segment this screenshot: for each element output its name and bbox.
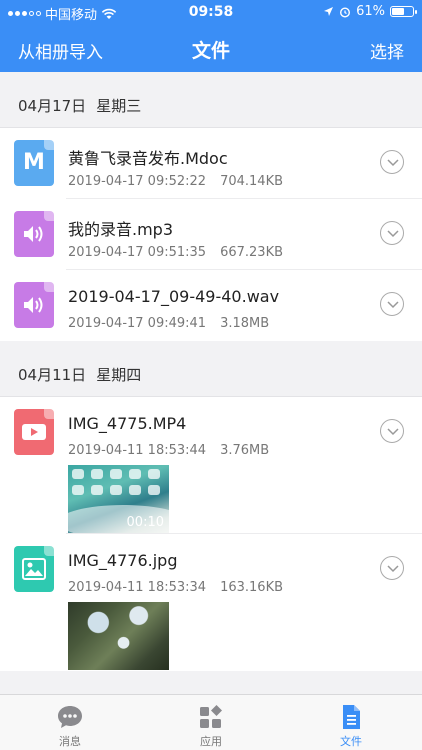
- file-list[interactable]: 04月17日 星期三 M 黄鲁飞录音发布.Mdoc 2019-04-17 09:5…: [0, 72, 422, 694]
- tab-label: 文件: [340, 735, 362, 748]
- tab-label: 应用: [200, 735, 222, 748]
- file-item[interactable]: M 黄鲁飞录音发布.Mdoc 2019-04-17 09:52:22 704.14…: [0, 128, 422, 199]
- section-weekday: 星期四: [96, 366, 142, 384]
- audio-file-icon: [14, 211, 54, 257]
- file-time: 2019-04-17 09:49:41: [68, 316, 207, 331]
- file-size: 704.14KB: [220, 174, 284, 189]
- mdoc-icon: M: [14, 140, 54, 186]
- file-meta: 2019-04-11 18:53:44 3.76MB: [68, 443, 269, 458]
- file-item[interactable]: 2019-04-17_09-49-40.wav 2019-04-17 09:49…: [0, 270, 422, 341]
- file-name: 我的录音.mp3: [68, 220, 174, 239]
- file-size: 3.76MB: [220, 443, 270, 458]
- file-time: 2019-04-17 09:52:22: [68, 174, 207, 189]
- apps-grid-icon: [200, 705, 222, 728]
- file-meta: 2019-04-11 18:53:34 163.16KB: [68, 580, 283, 595]
- tab-apps[interactable]: 应用: [161, 695, 261, 750]
- section-date: 04月11日: [18, 366, 87, 384]
- file-time: 2019-04-11 18:53:44: [68, 443, 207, 458]
- chevron-down-icon[interactable]: [380, 556, 404, 580]
- status-bar: 中国移动 09:58 61%: [0, 0, 422, 24]
- file-name: IMG_4775.MP4: [68, 414, 187, 433]
- file-size: 667.23KB: [220, 245, 284, 260]
- tab-bar: 消息 应用 文件: [0, 694, 422, 750]
- file-meta: 2019-04-17 09:49:41 3.18MB: [68, 316, 269, 331]
- location-arrow-icon: [324, 7, 334, 16]
- section-date: 04月17日: [18, 97, 87, 115]
- tab-label: 消息: [59, 735, 81, 748]
- file-size: 163.16KB: [220, 580, 284, 595]
- file-meta: 2019-04-17 09:51:35 667.23KB: [68, 245, 283, 260]
- chevron-down-icon[interactable]: [380, 221, 404, 245]
- file-name: 黄鲁飞录音发布.Mdoc: [68, 149, 228, 168]
- chevron-down-icon[interactable]: [380, 292, 404, 316]
- video-file-icon: [14, 409, 54, 455]
- page-title: 文件: [191, 40, 230, 62]
- chat-bubble-icon: [58, 706, 82, 728]
- tab-files[interactable]: 文件: [301, 695, 401, 750]
- video-thumbnail[interactable]: 00:10: [68, 465, 169, 533]
- top-bar: 中国移动 09:58 61% 从相册导入 文件 选择: [0, 0, 422, 72]
- image-thumbnail[interactable]: [68, 602, 169, 670]
- file-time: 2019-04-11 18:53:34: [68, 580, 207, 595]
- alarm-icon: [340, 6, 351, 18]
- image-file-icon: [14, 546, 54, 592]
- file-size: 3.18MB: [220, 316, 270, 331]
- file-item[interactable]: IMG_4776.jpg 2019-04-11 18:53:34 163.16KB: [0, 534, 422, 671]
- tab-messages[interactable]: 消息: [20, 695, 120, 750]
- file-item[interactable]: 我的录音.mp3 2019-04-17 09:51:35 667.23KB: [0, 199, 422, 270]
- chevron-down-icon[interactable]: [380, 150, 404, 174]
- audio-file-icon: [14, 282, 54, 328]
- navigation-bar: 从相册导入 文件 选择: [0, 24, 422, 72]
- select-button[interactable]: 选择: [370, 38, 404, 63]
- battery-icon: [390, 6, 417, 17]
- file-name: 2019-04-17_09-49-40.wav: [68, 287, 280, 306]
- file-item[interactable]: IMG_4775.MP4 2019-04-11 18:53:44 3.76MB 0…: [0, 397, 422, 534]
- video-duration: 00:10: [126, 515, 164, 530]
- section-header-date: 04月11日 星期四: [0, 341, 422, 397]
- battery-percent: 61%: [356, 4, 385, 19]
- section-header-date: 04月17日 星期三: [0, 72, 422, 128]
- section-weekday: 星期三: [96, 97, 142, 115]
- document-icon: [343, 705, 360, 729]
- file-time: 2019-04-17 09:51:35: [68, 245, 207, 260]
- file-meta: 2019-04-17 09:52:22 704.14KB: [68, 174, 283, 189]
- chevron-down-icon[interactable]: [380, 419, 404, 443]
- file-name: IMG_4776.jpg: [68, 551, 178, 570]
